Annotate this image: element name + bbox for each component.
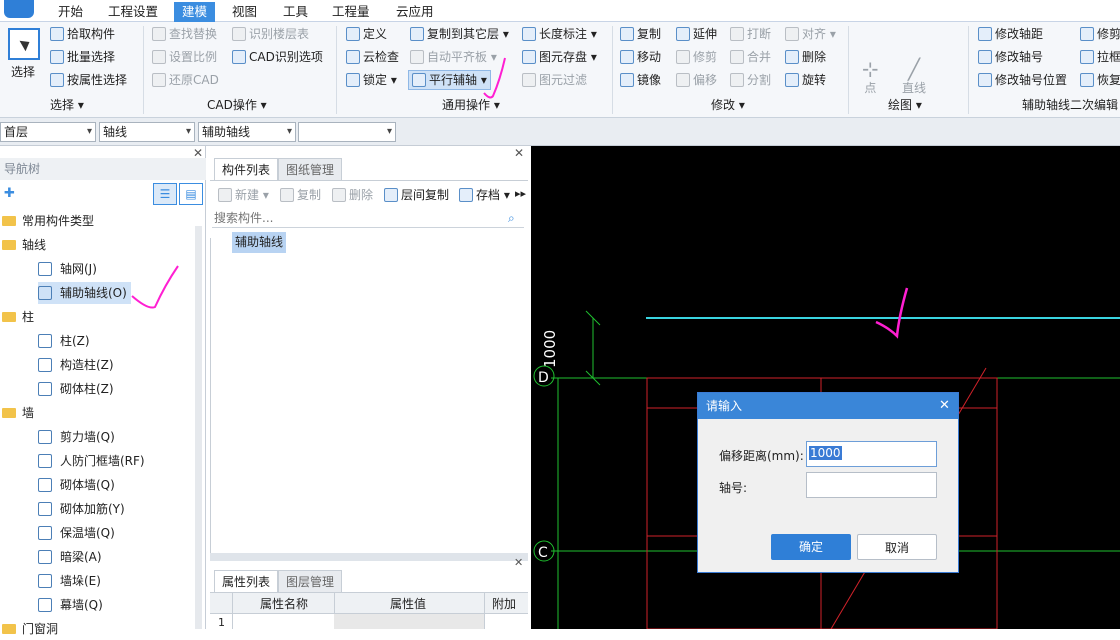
cancel-button[interactable]: 取消 [857,534,937,560]
close-icon[interactable]: ✕ [939,398,950,413]
offset-label: 偏移距离(mm): [719,449,804,463]
ok-button[interactable]: 确定 [771,534,851,560]
axis-number-input[interactable] [806,472,937,498]
dialog-title-bar: 请输入 [698,393,958,419]
input-dialog: 请输入 ✕ 偏移距离(mm): 1000 轴号: 确定 取消 [697,392,959,573]
axis-number-label: 轴号: [719,481,748,495]
offset-input[interactable]: 1000 [806,441,937,467]
dialog-title: 请输入 [706,399,743,413]
checkmark-annotation [131,265,179,309]
checkmark-annotation [483,57,506,99]
